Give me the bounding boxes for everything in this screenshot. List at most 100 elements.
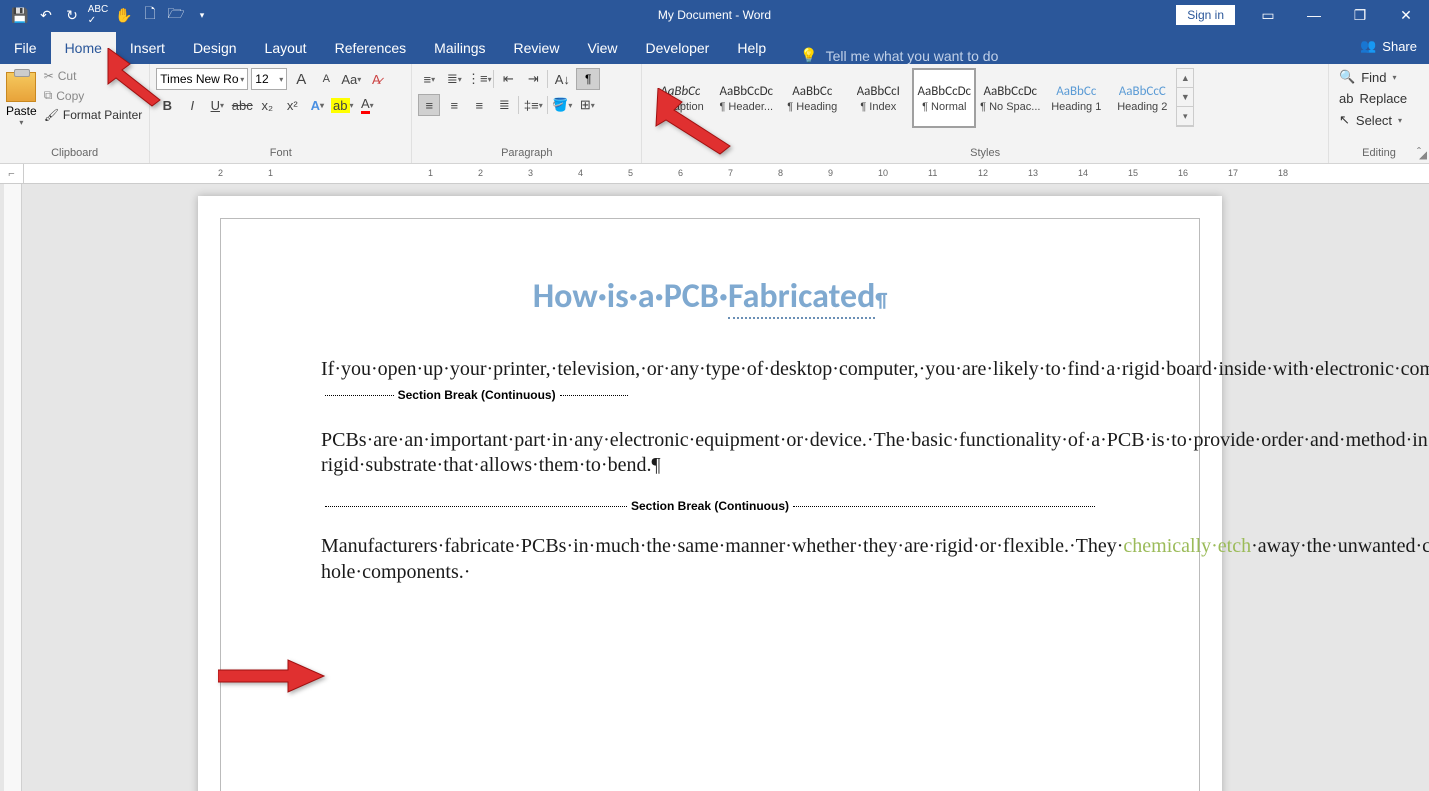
show-paragraph-marks-button[interactable]: ¶ [576,68,600,90]
font-size-combo[interactable]: 12▾ [251,68,287,90]
decrease-indent-icon[interactable]: ⇤ [497,68,519,90]
minimize-icon[interactable]: — [1291,0,1337,30]
styles-group-label: Styles [648,145,1322,161]
bullets-icon[interactable]: ≡▾ [418,68,440,90]
align-right-icon[interactable]: ≡ [468,94,490,116]
chevron-down-icon: ▾ [19,118,23,127]
ribbon-display-icon[interactable]: ▭ [1245,0,1291,30]
ribbon-tabs: File Home Insert Design Layout Reference… [0,30,1429,64]
grow-font-icon[interactable]: A [290,68,312,90]
replace-button[interactable]: abReplace [1335,90,1411,107]
collapse-ribbon-icon[interactable]: ˆ [1417,145,1421,159]
title-part-2: Fabricated [728,276,875,319]
tab-design[interactable]: Design [179,32,251,64]
redo-icon[interactable]: ↻ [60,3,84,27]
scroll-up-icon[interactable]: ▲ [1177,69,1193,88]
window-controls: Sign in ▭ — ❐ ✕ [1176,0,1429,30]
justify-icon[interactable]: ≣ [493,94,515,116]
document-title: How·is·a·PCB·Fabricated¶ [321,275,1099,319]
search-icon: 🔍 [1339,69,1355,85]
tab-layout[interactable]: Layout [251,32,321,64]
tab-view[interactable]: View [573,32,631,64]
tell-me-search[interactable]: 💡 Tell me what you want to do [800,47,998,64]
page-content[interactable]: How·is·a·PCB·Fabricated¶ If·you·open·up·… [220,218,1200,791]
tab-mailings[interactable]: Mailings [420,32,499,64]
save-icon[interactable]: 💾 [8,3,32,27]
qat-customize-icon[interactable]: ▾ [190,3,214,27]
hyperlink[interactable]: chemically·etch [1123,535,1251,557]
styles-scrollbar[interactable]: ▲ ▼ ▾ [1176,68,1194,127]
underline-button[interactable]: U▾ [206,94,228,116]
italic-button[interactable]: I [181,94,203,116]
select-button[interactable]: ↖Select▾ [1335,111,1411,129]
clipboard-group-label: Clipboard [6,145,143,161]
style-item[interactable]: AaBbCcHeading 1 [1044,68,1108,128]
horizontal-ruler[interactable]: ⌐ 21123456789101112131415161718 [0,164,1429,184]
style-item[interactable]: AaBbCcCHeading 2 [1110,68,1174,128]
line-spacing-icon[interactable]: ‡≡▾ [522,94,544,116]
tab-review[interactable]: Review [500,32,574,64]
title-bar: 💾 ↶ ↻ ABC✓ ✋ 🗋 🗁 ▾ My Document - Word Si… [0,0,1429,30]
tab-file[interactable]: File [0,32,51,64]
ruler-corner: ⌐ [0,164,24,184]
find-label: Find [1361,70,1386,85]
style-item[interactable]: AaBbCcDc¶ No Spac... [978,68,1042,128]
clear-formatting-icon[interactable]: A̷ [365,68,387,90]
style-item[interactable]: AaBbCcI¶ Index [846,68,910,128]
annotation-arrow [218,658,328,701]
paste-button[interactable]: Paste ▾ [6,68,37,127]
document-area: How·is·a·PCB·Fabricated¶ If·you·open·up·… [0,184,1429,791]
vertical-ruler[interactable] [4,184,22,791]
replace-icon: ab [1339,91,1353,106]
maximize-icon[interactable]: ❐ [1337,0,1383,30]
increase-indent-icon[interactable]: ⇥ [522,68,544,90]
subscript-button[interactable]: x₂ [256,94,278,116]
cut-label: Cut [58,69,77,83]
align-left-icon[interactable]: ≡ [418,94,440,116]
text-effects-icon[interactable]: A▾ [306,94,328,116]
scroll-down-icon[interactable]: ▼ [1177,88,1193,107]
shrink-font-icon[interactable]: A [315,68,337,90]
find-button[interactable]: 🔍Find▾ [1335,68,1411,86]
open-icon[interactable]: 🗁 [164,3,188,27]
undo-icon[interactable]: ↶ [34,3,58,27]
window-title: My Document - Word [658,8,771,22]
paragraph-3: Manufacturers·fabricate·PCBs·in·much·the… [321,534,1099,585]
expand-gallery-icon[interactable]: ▾ [1177,107,1193,126]
shading-icon[interactable]: 🪣▾ [551,94,573,116]
font-color-icon[interactable]: A▾ [356,94,378,116]
select-label: Select [1356,113,1392,128]
spellcheck-icon[interactable]: ABC✓ [86,3,110,27]
hand-icon[interactable]: ✋ [112,3,136,27]
title-part-1: How·is·a·PCB· [533,276,728,317]
lightbulb-icon: 💡 [800,47,817,64]
paragraph-group-label: Paragraph [418,145,635,161]
strikethrough-button[interactable]: abc [231,94,253,116]
section-break-label: Section Break (Continuous) [631,499,789,514]
align-center-icon[interactable]: ≡ [443,94,465,116]
sort-icon[interactable]: A↓ [551,68,573,90]
highlight-icon[interactable]: ab▾ [331,94,353,116]
group-styles: AaBbCc¶ CaptionAaBbCcDc¶ Header...AaBbCc… [642,64,1329,163]
tab-help[interactable]: Help [723,32,780,64]
close-icon[interactable]: ✕ [1383,0,1429,30]
borders-icon[interactable]: ⊞▾ [576,94,598,116]
share-button[interactable]: 👥 Share [1360,38,1417,54]
tab-references[interactable]: References [321,32,421,64]
copy-icon: ⧉ [44,88,53,103]
numbering-icon[interactable]: ≣▾ [443,68,465,90]
pilcrow-icon: ¶ [875,289,887,313]
style-item[interactable]: AaBbCc¶ Heading [780,68,844,128]
multilevel-list-icon[interactable]: ⋮≡▾ [468,68,490,90]
sign-in-button[interactable]: Sign in [1176,5,1235,25]
new-file-icon[interactable]: 🗋 [138,3,162,27]
change-case-icon[interactable]: Aa▾ [340,68,362,90]
annotation-arrow [100,48,180,111]
superscript-button[interactable]: x² [281,94,303,116]
style-item[interactable]: AaBbCcDc¶ Normal [912,68,976,128]
cursor-icon: ↖ [1339,112,1350,128]
tab-developer[interactable]: Developer [632,32,724,64]
tell-me-label: Tell me what you want to do [826,48,999,64]
paste-icon [6,72,36,102]
copy-label: Copy [56,89,84,103]
